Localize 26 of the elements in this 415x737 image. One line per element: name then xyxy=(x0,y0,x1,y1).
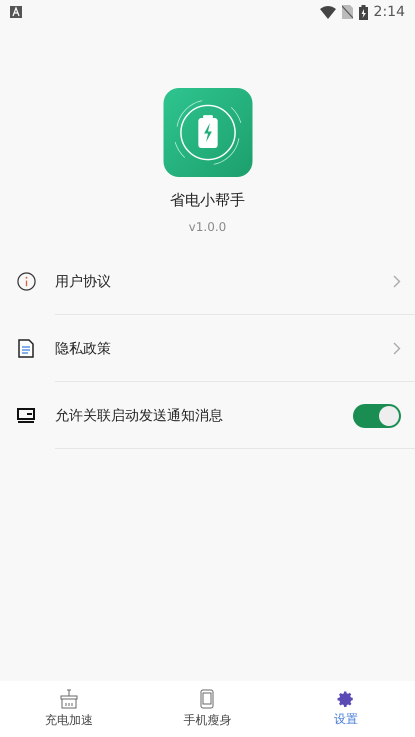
clock-time: 2:14 xyxy=(374,4,405,20)
phone-icon xyxy=(200,689,214,709)
nav-tab[interactable]: 充电加速 xyxy=(0,681,138,737)
settings-row[interactable]: 允许关联启动发送通知消息 xyxy=(0,382,415,449)
app-version: v1.0.0 xyxy=(188,220,226,234)
document-icon xyxy=(18,339,34,358)
settings-label: 允许关联启动发送通知消息 xyxy=(55,406,224,424)
wifi-icon xyxy=(320,6,336,18)
nav-tab[interactable]: 设置 xyxy=(276,681,415,737)
settings-row[interactable]: 隐私政策 xyxy=(0,315,415,382)
settings-row[interactable]: 用户协议 xyxy=(0,248,415,315)
settings-label: 隐私政策 xyxy=(55,340,112,358)
no-sim-icon xyxy=(342,5,353,19)
settings-icon xyxy=(336,690,355,708)
app-name: 省电小帮手 xyxy=(170,191,245,210)
basket-icon xyxy=(59,689,80,709)
toggle-switch[interactable] xyxy=(353,404,401,428)
battery-charging-icon xyxy=(358,4,368,20)
info-icon xyxy=(16,272,36,291)
app-logo-icon xyxy=(162,88,254,177)
nav-tab[interactable]: 手机瘦身 xyxy=(138,681,277,737)
settings-label: 用户协议 xyxy=(55,272,112,290)
wallet-icon xyxy=(17,408,35,424)
chevron-right-icon xyxy=(393,342,401,355)
chevron-right-icon xyxy=(393,275,401,288)
notification-icon xyxy=(10,6,22,18)
